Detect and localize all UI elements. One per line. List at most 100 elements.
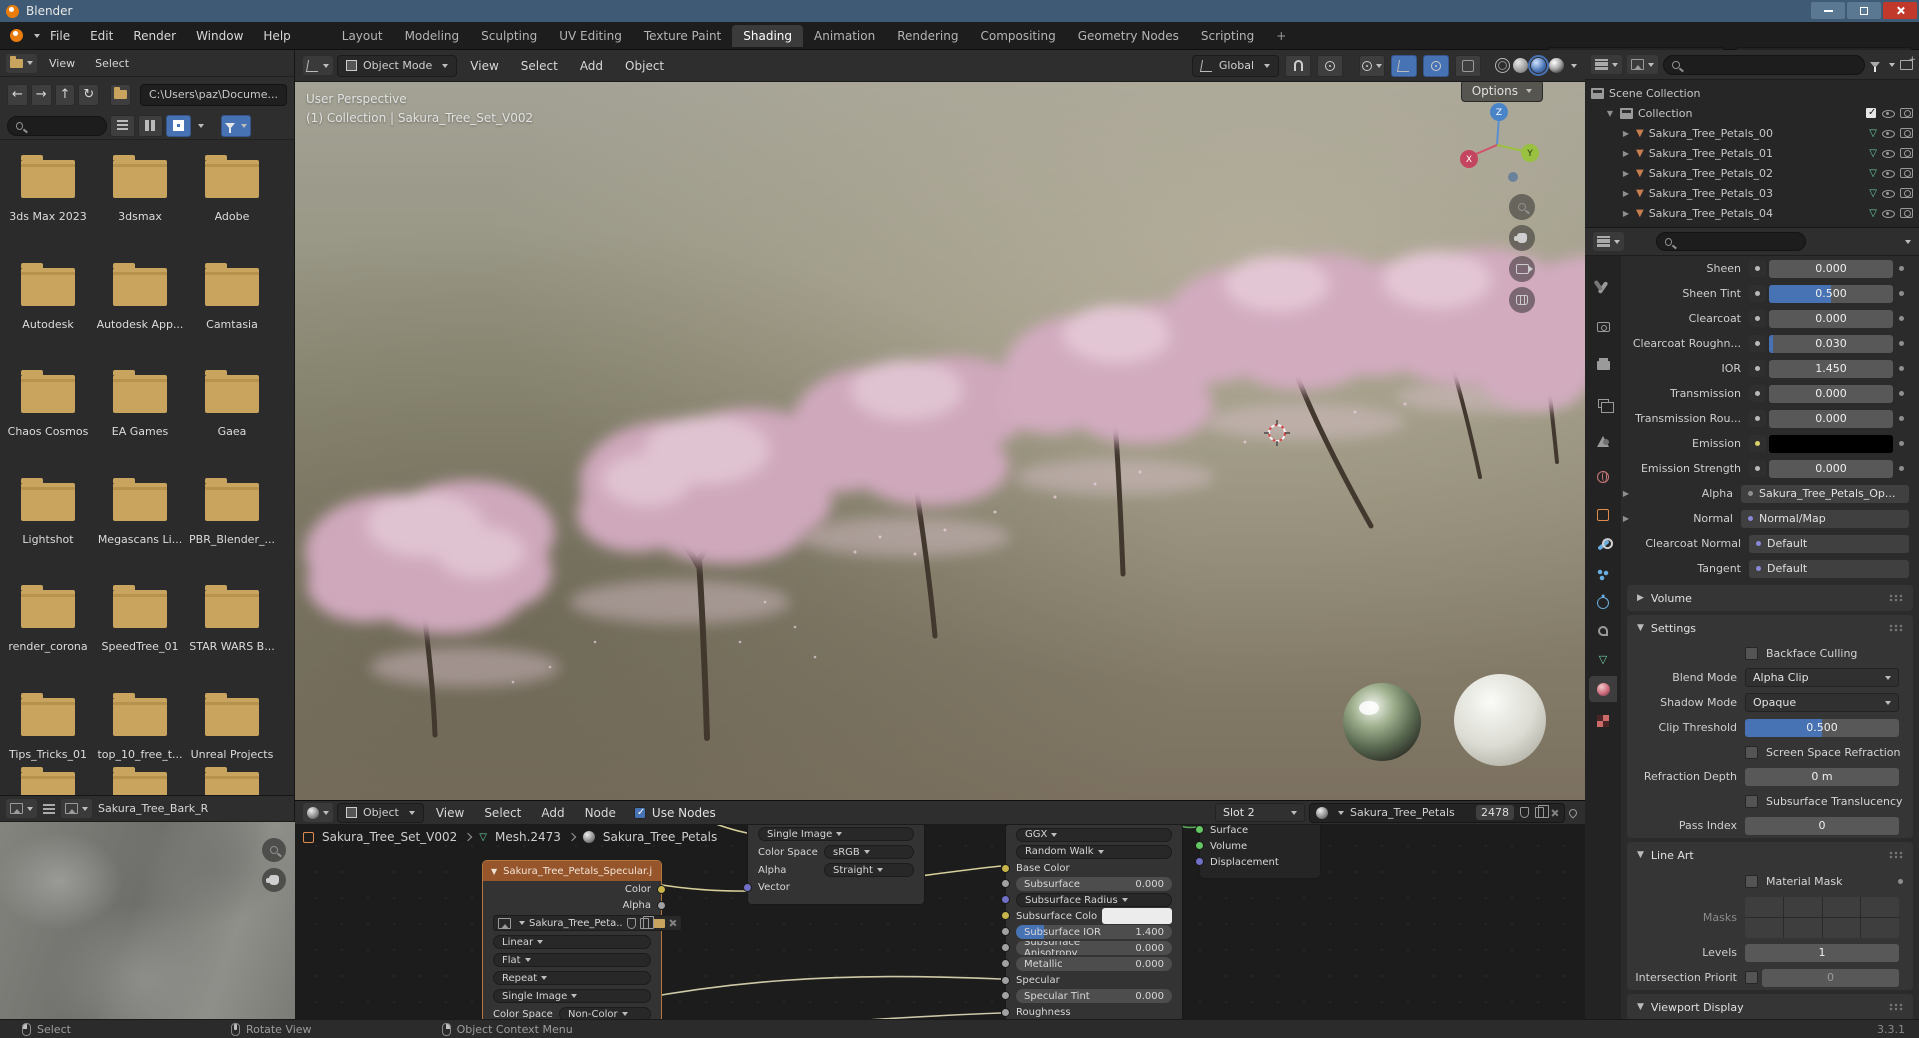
path-field[interactable]: C:\Users\paz\Docume... [139, 83, 287, 106]
decorator-button[interactable] [1749, 285, 1766, 302]
filter-button[interactable] [221, 114, 251, 137]
folder-item[interactable]: 3dsmax [94, 150, 186, 249]
intersection-priority-checkbox[interactable] [1745, 971, 1758, 984]
refraction-depth-field[interactable]: 0 m [1745, 767, 1899, 786]
animate-dot[interactable] [1898, 391, 1904, 396]
node-canvas[interactable]: Sakura_Tree_Set_V002 ▽ Mesh.2473 Sakura_… [295, 825, 1585, 1020]
subsurface-slider[interactable]: Subsurface 0.000 [1016, 877, 1172, 891]
animate-dot[interactable] [1898, 366, 1904, 371]
file-search-input[interactable] [29, 119, 98, 132]
folder-item[interactable] [2, 762, 94, 795]
tab-shading[interactable]: Shading [732, 24, 803, 47]
backface-culling-checkbox[interactable] [1745, 646, 1758, 660]
tab-particles[interactable] [1589, 562, 1617, 588]
interpolation-select[interactable]: Linear [493, 935, 651, 949]
breadcrumb-mesh[interactable]: Mesh.2473 [495, 830, 561, 844]
clearcoat-normal-link[interactable]: Default [1749, 534, 1909, 553]
blend-mode-select[interactable]: Alpha Clip [1745, 668, 1899, 687]
display-horizontal-list-button[interactable] [138, 114, 163, 137]
editor-type-button[interactable] [303, 803, 333, 822]
blender-menu-icon[interactable] [10, 29, 23, 42]
tab-view-layer[interactable] [1589, 390, 1617, 416]
tab-texture-paint[interactable]: Texture Paint [633, 25, 732, 47]
tab-modeling[interactable]: Modeling [394, 25, 471, 47]
decorator-button[interactable] [1749, 435, 1766, 452]
unlink-material-icon[interactable] [1550, 809, 1558, 817]
outliner-search[interactable] [1663, 54, 1865, 75]
breadcrumb-object[interactable]: Sakura_Tree_Set_V002 [322, 830, 457, 844]
outliner-search-input[interactable] [1685, 58, 1856, 71]
open-image-icon[interactable] [652, 918, 665, 928]
object-row[interactable]: ▶ ▼ Sakura_Tree_Petals_02 ▽ [1591, 163, 1919, 183]
new-material-icon[interactable] [1535, 805, 1549, 818]
editor-type-button[interactable] [303, 56, 333, 75]
gizmos-toggle[interactable] [1391, 54, 1417, 77]
close-button[interactable] [1883, 2, 1917, 19]
subsurface-radius-select[interactable]: Subsurface Radius [1016, 893, 1172, 907]
render-visibility-icon[interactable] [1900, 128, 1913, 138]
masks-grid[interactable] [1745, 896, 1899, 938]
decorator-button[interactable] [1749, 460, 1766, 477]
metallic-slider[interactable]: Metallic 0.000 [1016, 957, 1172, 971]
solid-shading-button[interactable] [1513, 58, 1528, 73]
show-gizmo-toggle[interactable] [1359, 54, 1385, 77]
display-thumbnails-button[interactable] [166, 114, 191, 137]
shader-type-selector[interactable]: Object [337, 802, 424, 823]
folder-item[interactable]: Camtasia [186, 258, 278, 357]
fake-user-icon[interactable] [626, 917, 636, 929]
tab-material[interactable] [1589, 676, 1617, 702]
object-row[interactable]: ▶ ▼ Sakura_Tree_Petals_00 ▽ [1591, 123, 1919, 143]
source-select[interactable]: Single Image [493, 989, 651, 1003]
minimize-button[interactable] [1811, 2, 1845, 19]
slot-select[interactable]: Slot 2 [1215, 803, 1305, 822]
folder-item[interactable]: render_corona [2, 580, 94, 679]
new-collection-icon[interactable] [1900, 55, 1916, 70]
tangent-link[interactable]: Default [1749, 559, 1909, 578]
hide-icon[interactable] [1882, 207, 1895, 220]
fake-user-icon[interactable] [1520, 807, 1529, 818]
menu-edit[interactable]: Edit [80, 29, 123, 43]
value-slider[interactable]: 0.000 [1769, 459, 1893, 478]
intersection-priority-field[interactable]: 0 [1762, 968, 1899, 987]
object-row[interactable]: ▶ ▼ Sakura_Tree_Petals_04 ▽ [1591, 203, 1919, 223]
breadcrumb-material[interactable]: Sakura_Tree_Petals [603, 830, 717, 844]
image-preview[interactable] [0, 822, 295, 1020]
tab-compositing[interactable]: Compositing [969, 25, 1066, 47]
folder-item[interactable]: Chaos Cosmos [2, 365, 94, 464]
value-slider[interactable]: 0.000 [1769, 259, 1893, 278]
animate-dot[interactable] [1898, 341, 1904, 346]
clip-threshold-slider[interactable]: 0.500 [1745, 718, 1899, 737]
tab-scripting[interactable]: Scripting [1190, 25, 1265, 47]
alpha-link[interactable]: Sakura_Tree_Petals_Op... [1741, 484, 1909, 503]
vp-menu-add[interactable]: Add [571, 59, 612, 73]
filter-icon[interactable] [1870, 61, 1880, 72]
decorator-button[interactable] [1749, 360, 1766, 377]
material-preview-shading-button[interactable] [1528, 55, 1549, 76]
refresh-button[interactable]: ↻ [78, 83, 100, 106]
tab-animation[interactable]: Animation [803, 25, 886, 47]
folder-item[interactable]: Adobe [186, 150, 278, 249]
object-row[interactable]: ▶ ▼ Sakura_Tree_Petals_03 ▽ [1591, 183, 1919, 203]
editor-type-button[interactable] [6, 53, 37, 73]
sh-menu-select[interactable]: Select [476, 806, 529, 820]
menu-window[interactable]: Window [186, 29, 253, 43]
color-space-select[interactable]: sRGB [824, 845, 914, 859]
subsurface-ior-slider[interactable]: Subsurface IOR 1.400 [1016, 925, 1172, 939]
folder-item[interactable]: EA Games [94, 365, 186, 464]
vp-menu-object[interactable]: Object [616, 59, 673, 73]
folder-item[interactable]: PBR_Blender_... [186, 473, 278, 572]
collection-checkbox[interactable] [1865, 107, 1877, 119]
tab-scene[interactable] [1589, 428, 1617, 454]
tab-uv-editing[interactable]: UV Editing [548, 25, 633, 47]
menu-render[interactable]: Render [123, 29, 186, 43]
file-search[interactable] [7, 115, 107, 136]
value-slider[interactable]: 0.000 [1769, 384, 1893, 403]
scene-collection-row[interactable]: Scene Collection [1591, 83, 1919, 103]
value-slider[interactable]: 0.030 [1769, 334, 1893, 353]
tab-tool[interactable] [1589, 274, 1617, 300]
animate-dot[interactable] [1898, 291, 1904, 296]
tab-rendering[interactable]: Rendering [886, 25, 969, 47]
tab-layout[interactable]: Layout [331, 25, 394, 47]
vp-menu-view[interactable]: View [461, 59, 507, 73]
principled-bsdf-node[interactable]: GGX Random Walk Base Color Subsurface 0.0… [1001, 825, 1183, 1020]
